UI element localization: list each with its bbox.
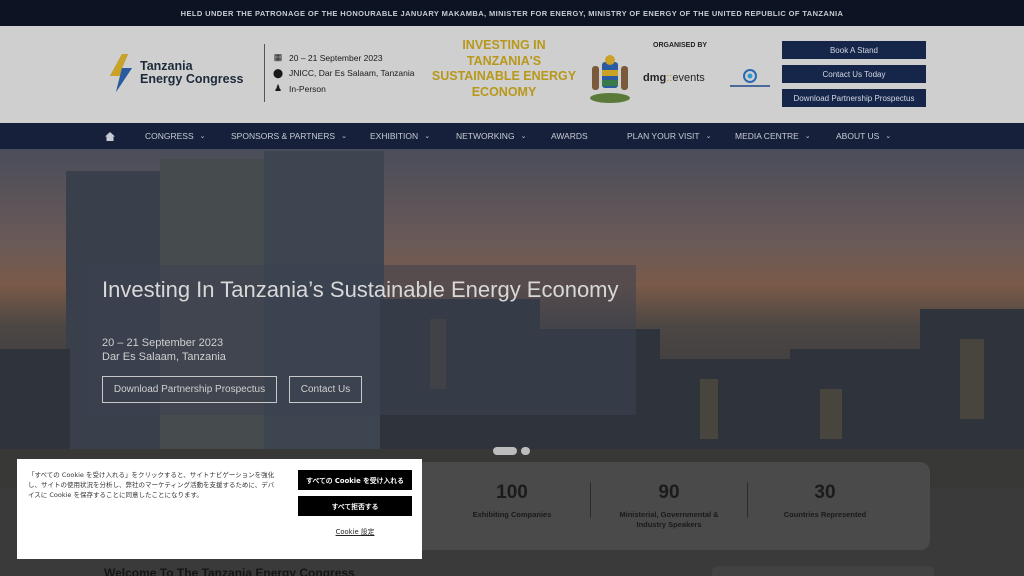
dmg-events-logo[interactable]: dmg::events <box>643 72 705 84</box>
event-mode: In-Person <box>289 83 326 94</box>
nav-sponsors-partners[interactable]: SPONSORS & PARTNERS ⌄ <box>231 123 347 149</box>
lightning-logo-icon <box>108 54 134 92</box>
stat-label: Exhibiting Companies <box>472 510 552 519</box>
event-date: 20 – 21 September 2023 <box>289 52 383 63</box>
book-stand-button[interactable]: Book A Stand <box>782 41 926 59</box>
cookie-consent-banner: 「すべての Cookie を受け入れる」をクリックすると、サイトナビゲーションを… <box>17 459 422 559</box>
stat-divider <box>747 482 748 518</box>
site-header: Tanzania Energy Congress ▦ 20 – 21 Septem… <box>0 26 1024 123</box>
chevron-down-icon: ⌄ <box>520 133 527 140</box>
site-logo[interactable]: Tanzania Energy Congress <box>108 54 244 92</box>
hero-download-prospectus-button[interactable]: Download Partnership Prospectus <box>102 376 277 403</box>
hero-location: Dar Es Salaam, Tanzania <box>102 350 226 363</box>
chevron-down-icon: ⌄ <box>424 133 431 140</box>
home-icon[interactable] <box>105 123 115 149</box>
hero-banner: Investing In Tanzania’s Sustainable Ener… <box>0 149 1024 488</box>
stat-divider <box>590 482 591 518</box>
person-icon: ♟ <box>273 83 283 94</box>
chevron-down-icon: ⌄ <box>885 133 892 140</box>
welcome-heading: Welcome To The Tanzania Energy Congress <box>104 566 355 576</box>
chevron-down-icon: ⌄ <box>199 133 206 140</box>
nav-networking[interactable]: NETWORKING ⌄ <box>456 123 526 149</box>
sidebar-card <box>712 566 934 576</box>
stat-exhibitors: 100 Exhibiting Companies <box>452 482 572 520</box>
events-text: events <box>672 72 705 84</box>
chevron-down-icon: ⌄ <box>341 133 347 140</box>
patronage-banner: HELD UNDER THE PATRONAGE OF THE HONOURAB… <box>0 0 1024 26</box>
stat-speakers: 90 Ministerial, Governmental & Industry … <box>604 482 734 529</box>
chevron-down-icon: ⌄ <box>705 133 712 140</box>
carousel-dot[interactable] <box>521 447 530 455</box>
main-nav: CONGRESS ⌄ SPONSORS & PARTNERS ⌄ EXHIBITIO… <box>0 123 1024 149</box>
cookie-message: 「すべての Cookie を受け入れる」をクリックすると、サイトナビゲーションを… <box>28 471 275 499</box>
event-venue: JNICC, Dar Es Salaam, Tanzania <box>289 68 415 79</box>
hero-title: Investing In Tanzania’s Sustainable Ener… <box>102 277 619 302</box>
nav-media-centre[interactable]: MEDIA CENTRE ⌄ <box>735 123 811 149</box>
stat-countries: 30 Countries Represented <box>765 482 885 520</box>
nav-plan-your-visit[interactable]: PLAN YOUR VISIT ⌄ <box>627 123 711 149</box>
stat-label: Ministerial, Governmental & Industry Spe… <box>619 510 719 529</box>
stat-number: 100 <box>496 482 528 503</box>
carousel-dot-active[interactable] <box>493 447 517 455</box>
event-info: ▦ 20 – 21 September 2023 ⬤ JNICC, Dar Es S… <box>272 50 415 97</box>
header-divider <box>264 44 265 102</box>
organised-by-label: ORGANISED BY <box>653 42 708 49</box>
location-pin-icon: ⬤ <box>272 67 284 78</box>
stat-label: Countries Represented <box>783 510 867 519</box>
hero-date: 20 – 21 September 2023 <box>102 337 224 349</box>
accept-all-cookies-button[interactable]: すべての Cookie を受け入れる <box>298 470 412 490</box>
nav-congress[interactable]: CONGRESS ⌄ <box>145 123 206 149</box>
coat-of-arms-emblem <box>587 52 633 104</box>
hero-details: 20 – 21 September 2023 Dar Es Salaam, Ta… <box>102 337 226 364</box>
header-tagline: INVESTING IN TANZANIA'S SUSTAINABLE ENER… <box>431 38 577 99</box>
calendar-icon: ▦ <box>273 52 283 63</box>
chevron-down-icon: ⌄ <box>804 133 811 140</box>
cookie-settings-link[interactable]: Cookie 設定 <box>298 526 412 536</box>
stat-number: 30 <box>814 482 836 503</box>
dmg-text: dmg <box>643 72 667 84</box>
logo-line-2: Energy Congress <box>140 72 244 86</box>
patronage-text: HELD UNDER THE PATRONAGE OF THE HONOURAB… <box>180 8 844 18</box>
nav-exhibition[interactable]: EXHIBITION ⌄ <box>370 123 430 149</box>
reject-all-cookies-button[interactable]: すべて拒否する <box>298 496 412 516</box>
stat-number: 90 <box>658 482 680 503</box>
contact-us-today-button[interactable]: Contact Us Today <box>782 65 926 83</box>
partner-logo[interactable] <box>728 68 772 90</box>
nav-awards[interactable]: AWARDS <box>551 123 588 149</box>
nav-about-us[interactable]: ABOUT US ⌄ <box>836 123 891 149</box>
download-prospectus-button[interactable]: Download Partnership Prospectus <box>782 89 926 107</box>
hero-contact-us-button[interactable]: Contact Us <box>289 376 362 403</box>
